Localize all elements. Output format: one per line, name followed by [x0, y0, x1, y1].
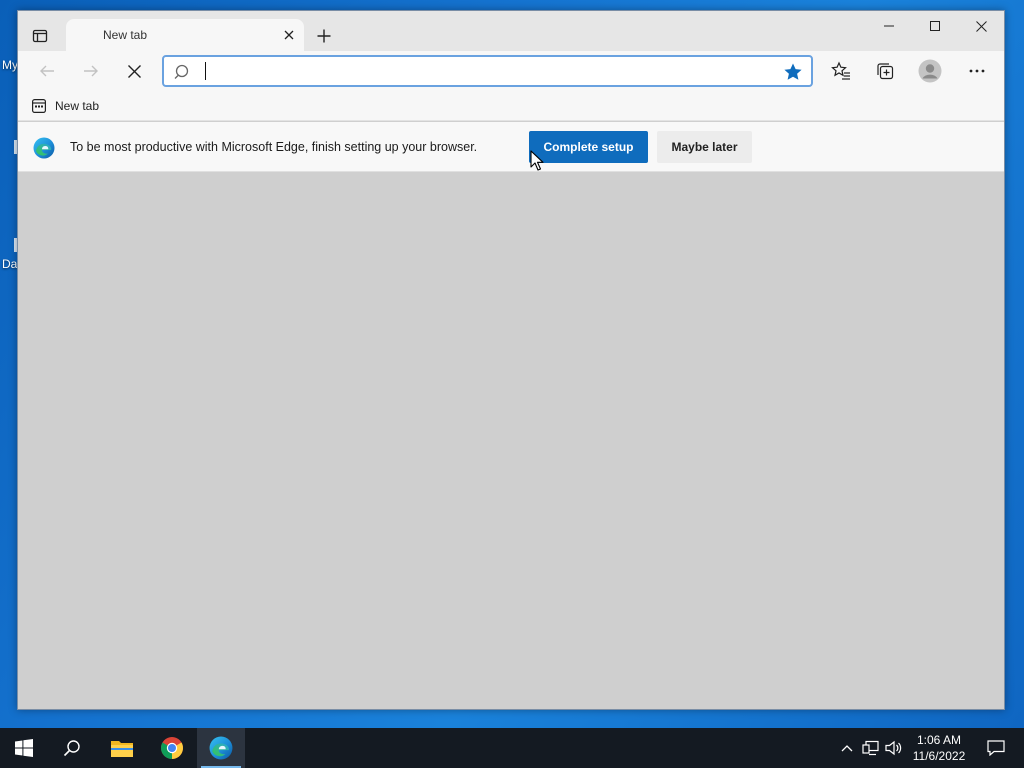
network-tray-button[interactable]	[861, 738, 881, 758]
network-icon	[862, 740, 879, 756]
back-button[interactable]	[32, 57, 62, 85]
new-tab-page-icon	[32, 99, 46, 113]
clock-time: 1:06 AM	[916, 733, 962, 747]
search-icon	[63, 740, 80, 757]
collections-icon	[877, 63, 894, 80]
edge-logo-icon	[33, 137, 55, 159]
show-hidden-icons-button[interactable]	[837, 738, 857, 758]
close-icon	[975, 20, 987, 32]
mouse-pointer-icon	[530, 150, 544, 171]
action-center-button[interactable]	[976, 728, 1016, 768]
desktop-icon-label[interactable]: Da	[2, 257, 17, 271]
back-arrow-icon	[40, 65, 54, 77]
chevron-up-icon	[841, 745, 853, 752]
profile-button[interactable]	[915, 56, 945, 86]
tab-actions-icon	[32, 29, 48, 43]
clock-date: 11/6/2022	[912, 749, 966, 763]
forward-button[interactable]	[76, 57, 106, 85]
plus-icon	[317, 29, 331, 43]
start-button[interactable]	[0, 728, 48, 768]
maybe-later-button[interactable]: Maybe later	[657, 131, 752, 163]
taskbar: 1:06 AM 11/6/2022	[0, 728, 1024, 768]
settings-and-more-button[interactable]	[962, 56, 992, 86]
avatar-icon	[918, 59, 942, 83]
page-content-area	[18, 173, 1004, 709]
stop-loading-button[interactable]	[119, 57, 149, 85]
chrome-button[interactable]	[148, 728, 196, 768]
text-caret	[205, 62, 206, 80]
favorites-bar: New tab	[18, 91, 1004, 121]
close-icon	[127, 64, 141, 78]
close-window-button[interactable]	[958, 11, 1004, 41]
address-bar[interactable]	[162, 55, 813, 87]
file-explorer-button[interactable]	[98, 728, 146, 768]
notification-icon	[987, 740, 1005, 756]
tab-actions-menu-button[interactable]	[28, 24, 52, 48]
favorites-button[interactable]	[826, 56, 856, 86]
more-horizontal-icon	[969, 69, 985, 73]
start-icon	[15, 739, 33, 757]
toolbar	[18, 51, 1004, 91]
taskbar-clock[interactable]: 1:06 AM 11/6/2022	[906, 732, 972, 764]
favorites-list-icon	[831, 61, 850, 80]
forward-arrow-icon	[84, 65, 98, 77]
search-icon	[174, 64, 189, 79]
setup-infobar: To be most productive with Microsoft Edg…	[18, 122, 1004, 172]
search-button[interactable]	[48, 728, 96, 768]
desktop-icon-label[interactable]: My	[2, 58, 18, 72]
file-explorer-icon	[111, 741, 133, 757]
maximize-icon	[930, 21, 940, 31]
edge-icon	[209, 736, 233, 760]
tab-title: New tab	[103, 28, 148, 42]
minimize-button[interactable]	[866, 11, 912, 41]
tab-close-button[interactable]	[280, 26, 298, 44]
tab-new-tab[interactable]: New tab	[66, 19, 304, 51]
complete-setup-button[interactable]: Complete setup	[529, 131, 648, 163]
edge-browser-window: New tab New tab To be most productive wi…	[17, 10, 1005, 710]
edge-taskbar-button[interactable]	[197, 728, 245, 768]
close-icon	[284, 30, 294, 40]
maximize-button[interactable]	[912, 11, 958, 41]
favorites-bar-item[interactable]: New tab	[32, 96, 99, 116]
favorite-star-icon[interactable]	[783, 62, 803, 82]
volume-tray-button[interactable]	[884, 738, 904, 758]
title-bar: New tab	[18, 11, 1004, 51]
address-input[interactable]	[200, 60, 770, 82]
favorites-bar-item-label: New tab	[55, 99, 100, 113]
new-tab-button[interactable]	[312, 24, 336, 48]
infobar-message: To be most productive with Microsoft Edg…	[70, 140, 478, 154]
collections-button[interactable]	[870, 56, 900, 86]
minimize-icon	[884, 25, 894, 27]
volume-icon	[885, 740, 902, 756]
chrome-icon	[161, 737, 183, 759]
